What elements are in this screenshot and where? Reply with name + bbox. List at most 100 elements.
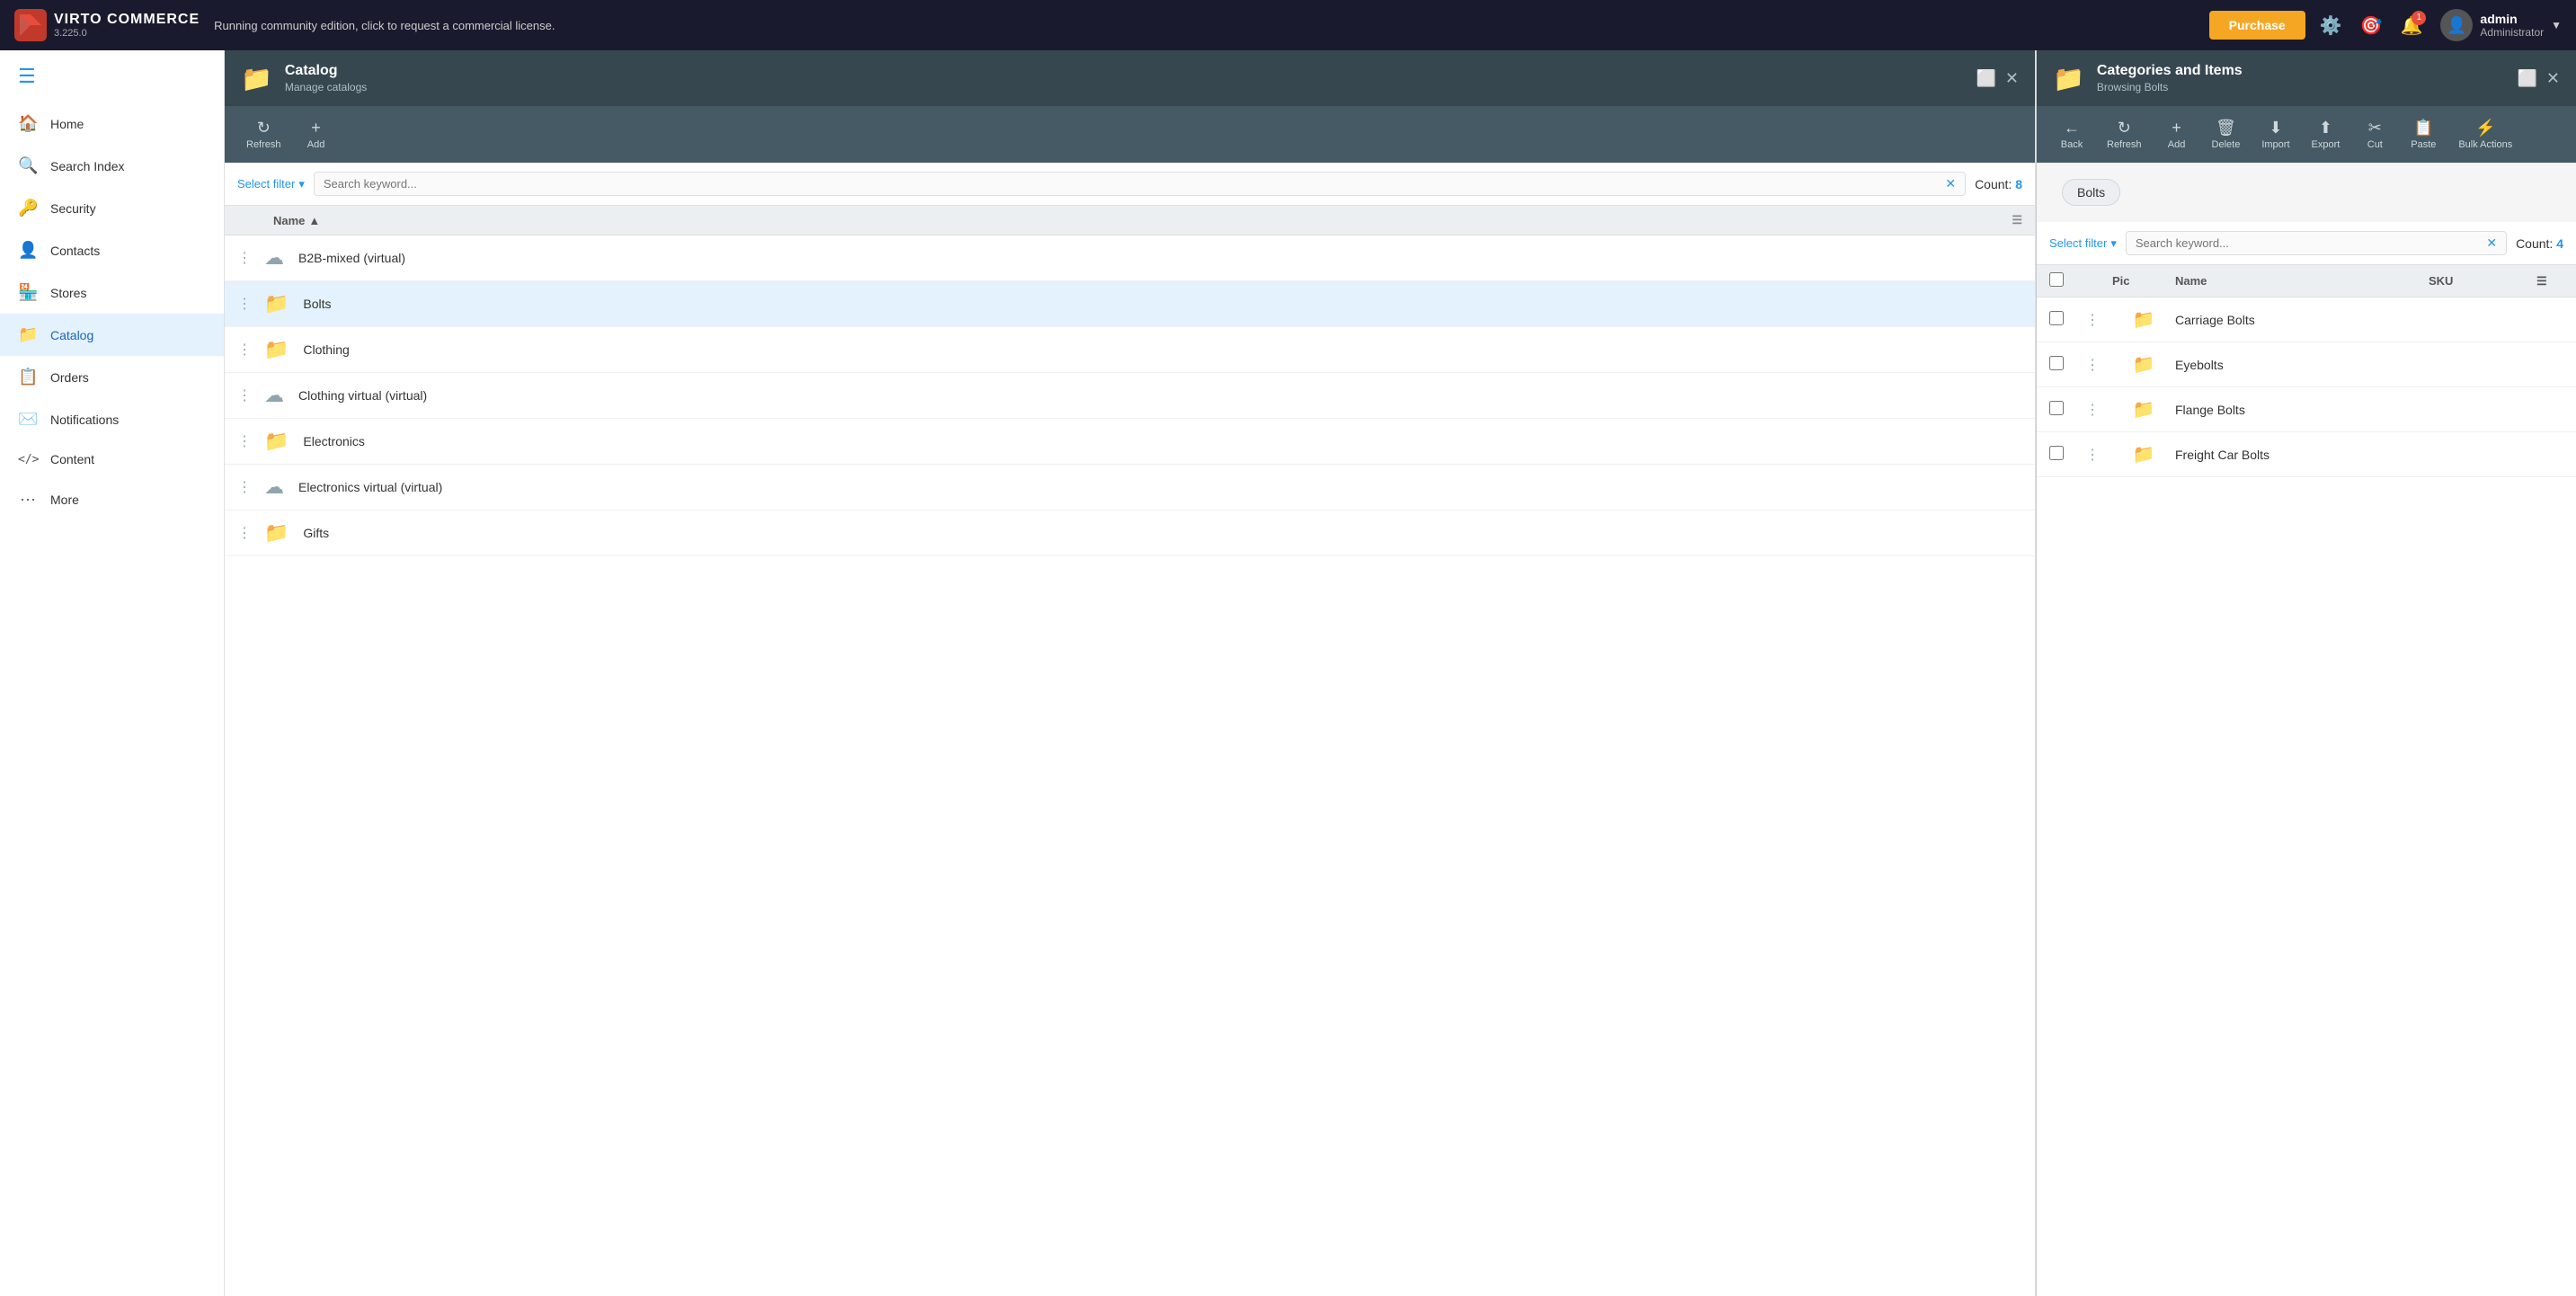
select-all-checkbox[interactable]	[2049, 272, 2064, 287]
td-pic: 📁	[2112, 443, 2175, 466]
catalog-panel-title: Catalog	[285, 63, 367, 79]
row-name: Clothing virtual (virtual)	[298, 388, 2022, 403]
categories-back-button[interactable]: ← Back	[2049, 113, 2094, 155]
add-label: Add	[2168, 139, 2186, 150]
td-name: Freight Car Bolts	[2175, 448, 2456, 462]
row-checkbox[interactable]	[2049, 311, 2064, 325]
row-dots-icon[interactable]: ⋮	[237, 432, 252, 450]
user-role: Administrator	[2480, 26, 2544, 39]
catalog-col-menu[interactable]: ☰	[2012, 213, 2022, 227]
sidebar-item-label: Orders	[50, 370, 89, 385]
catalog-filter-select[interactable]: Select filter ▾	[237, 177, 305, 191]
add-icon: +	[2172, 119, 2181, 138]
catalog-panel-header: 📁 Catalog Manage catalogs ⬜ ✕	[225, 50, 2035, 106]
td-name: Flange Bolts	[2175, 403, 2456, 417]
notifications-sidebar-icon: ✉️	[18, 410, 38, 429]
sidebar-item-more[interactable]: ··· More	[0, 478, 224, 520]
help-icon[interactable]: 🎯	[2360, 14, 2383, 37]
row-checkbox[interactable]	[2049, 401, 2064, 415]
row-checkbox[interactable]	[2049, 356, 2064, 370]
row-name: B2B-mixed (virtual)	[298, 251, 2022, 265]
table-row[interactable]: ⋮ 📁 Freight Car Bolts	[2037, 432, 2576, 477]
categories-import-button[interactable]: ⬇ Import	[2252, 113, 2298, 155]
row-dots-icon[interactable]: ⋮	[237, 524, 252, 542]
panel-header-left: 📁 Catalog Manage catalogs	[241, 63, 367, 93]
search-icon: 🔍	[18, 156, 38, 175]
user-name: admin	[2480, 12, 2544, 26]
stores-icon: 🏪	[18, 283, 38, 302]
categories-paste-button[interactable]: 📋 Paste	[2401, 113, 2446, 155]
catalog-list-row[interactable]: ⋮ 📁 Electronics	[225, 419, 2035, 465]
catalog-list-row[interactable]: ⋮ ☁ Clothing virtual (virtual)	[225, 373, 2035, 419]
categories-refresh-button[interactable]: ↻ Refresh	[2098, 113, 2151, 155]
table-row[interactable]: ⋮ 📁 Flange Bolts	[2037, 387, 2576, 432]
settings-icon[interactable]: ⚙️	[2320, 14, 2342, 37]
catalog-search-input[interactable]	[324, 177, 1945, 191]
categories-bulk-actions-button[interactable]: ⚡ Bulk Actions	[2449, 113, 2521, 155]
sidebar-item-security[interactable]: 🔑 Security	[0, 187, 224, 229]
sidebar-item-orders[interactable]: 📋 Orders	[0, 356, 224, 398]
folder-icon: 📁	[2133, 443, 2155, 466]
catalog-list-row[interactable]: ⋮ 📁 Bolts	[225, 281, 2035, 327]
catalog-list-row[interactable]: ⋮ ☁ B2B-mixed (virtual)	[225, 235, 2035, 281]
catalog-refresh-button[interactable]: ↻ Refresh	[237, 113, 290, 155]
panel-header-left: 📁 Categories and Items Browsing Bolts	[2053, 63, 2243, 93]
import-label: Import	[2261, 139, 2289, 150]
table-row[interactable]: ⋮ 📁 Carriage Bolts	[2037, 297, 2576, 342]
row-checkbox[interactable]	[2049, 446, 2064, 460]
row-dots-icon[interactable]: ⋮	[237, 249, 252, 267]
categories-filter-select[interactable]: Select filter ▾	[2049, 236, 2117, 251]
th-menu[interactable]: ☰	[2536, 274, 2563, 288]
sidebar-item-catalog[interactable]: 📁 Catalog	[0, 314, 224, 356]
purchase-button[interactable]: Purchase	[2209, 11, 2305, 40]
categories-search-input[interactable]	[2136, 236, 2486, 250]
td-name: Eyebolts	[2175, 358, 2456, 372]
cut-icon: ✂	[2368, 119, 2382, 138]
categories-maximize-button[interactable]: ⬜	[2517, 69, 2536, 88]
categories-toolbar: ← Back ↻ Refresh + Add 🗑 Delete ⬇ Import…	[2037, 106, 2576, 163]
sidebar-item-notifications[interactable]: ✉️ Notifications	[0, 398, 224, 440]
row-dots-icon[interactable]: ⋮	[237, 341, 252, 359]
table-row[interactable]: ⋮ 📁 Eyebolts	[2037, 342, 2576, 387]
categories-close-button[interactable]: ✕	[2546, 69, 2560, 88]
sidebar: ☰ 🏠 Home 🔍 Search Index 🔑 Security 👤 Con…	[0, 50, 225, 1296]
catalog-list-row[interactable]: ⋮ ☁ Electronics virtual (virtual)	[225, 465, 2035, 510]
catalog-list-row[interactable]: ⋮ 📁 Gifts	[225, 510, 2035, 556]
logo: VIRTO COMMERCE 3.225.0	[14, 9, 200, 41]
categories-export-button[interactable]: ⬆ Export	[2303, 113, 2349, 155]
sidebar-item-home[interactable]: 🏠 Home	[0, 102, 224, 145]
catalog-search-clear[interactable]: ✕	[1945, 176, 1956, 191]
catalog-close-button[interactable]: ✕	[2005, 69, 2019, 88]
categories-search-clear[interactable]: ✕	[2486, 235, 2497, 251]
row-dots-icon[interactable]: ⋮	[2085, 401, 2112, 419]
row-dots-icon[interactable]: ⋮	[2085, 356, 2112, 374]
categories-panel-title: Categories and Items	[2097, 63, 2243, 79]
filter-caret-icon: ▾	[2110, 236, 2117, 251]
categories-delete-button[interactable]: 🗑 Delete	[2203, 113, 2250, 155]
catalog-name-column[interactable]: Name ▲	[273, 214, 320, 227]
back-label: Back	[2061, 139, 2083, 150]
categories-cut-button[interactable]: ✂ Cut	[2352, 113, 2397, 155]
sidebar-item-contacts[interactable]: 👤 Contacts	[0, 229, 224, 271]
row-dots-icon[interactable]: ⋮	[2085, 446, 2112, 464]
catalog-maximize-button[interactable]: ⬜	[1976, 69, 1995, 88]
catalog-search-wrap: ✕	[314, 172, 1966, 196]
row-dots-icon[interactable]: ⋮	[237, 478, 252, 496]
hamburger-icon[interactable]: ☰	[0, 50, 224, 102]
row-dots-icon[interactable]: ⋮	[237, 295, 252, 313]
row-dots-icon[interactable]: ⋮	[2085, 311, 2112, 329]
row-dots-icon[interactable]: ⋮	[237, 386, 252, 404]
topbar-icons: ⚙️ 🎯 🔔 1 👤 admin Administrator ▼	[2320, 9, 2562, 41]
sidebar-item-stores[interactable]: 🏪 Stores	[0, 271, 224, 314]
app-version: 3.225.0	[54, 28, 200, 39]
notifications-icon[interactable]: 🔔 1	[2401, 14, 2423, 37]
orders-icon: 📋	[18, 368, 38, 386]
catalog-title-block: Catalog Manage catalogs	[285, 63, 367, 93]
user-menu[interactable]: 👤 admin Administrator ▼	[2440, 9, 2562, 41]
sidebar-item-search-index[interactable]: 🔍 Search Index	[0, 145, 224, 187]
catalog-add-button[interactable]: + Add	[294, 113, 339, 155]
sidebar-item-content[interactable]: </> Content	[0, 440, 224, 478]
catalog-list-row[interactable]: ⋮ 📁 Clothing	[225, 327, 2035, 373]
categories-add-button[interactable]: + Add	[2154, 113, 2199, 155]
virtual-folder-icon: ☁	[264, 475, 284, 499]
